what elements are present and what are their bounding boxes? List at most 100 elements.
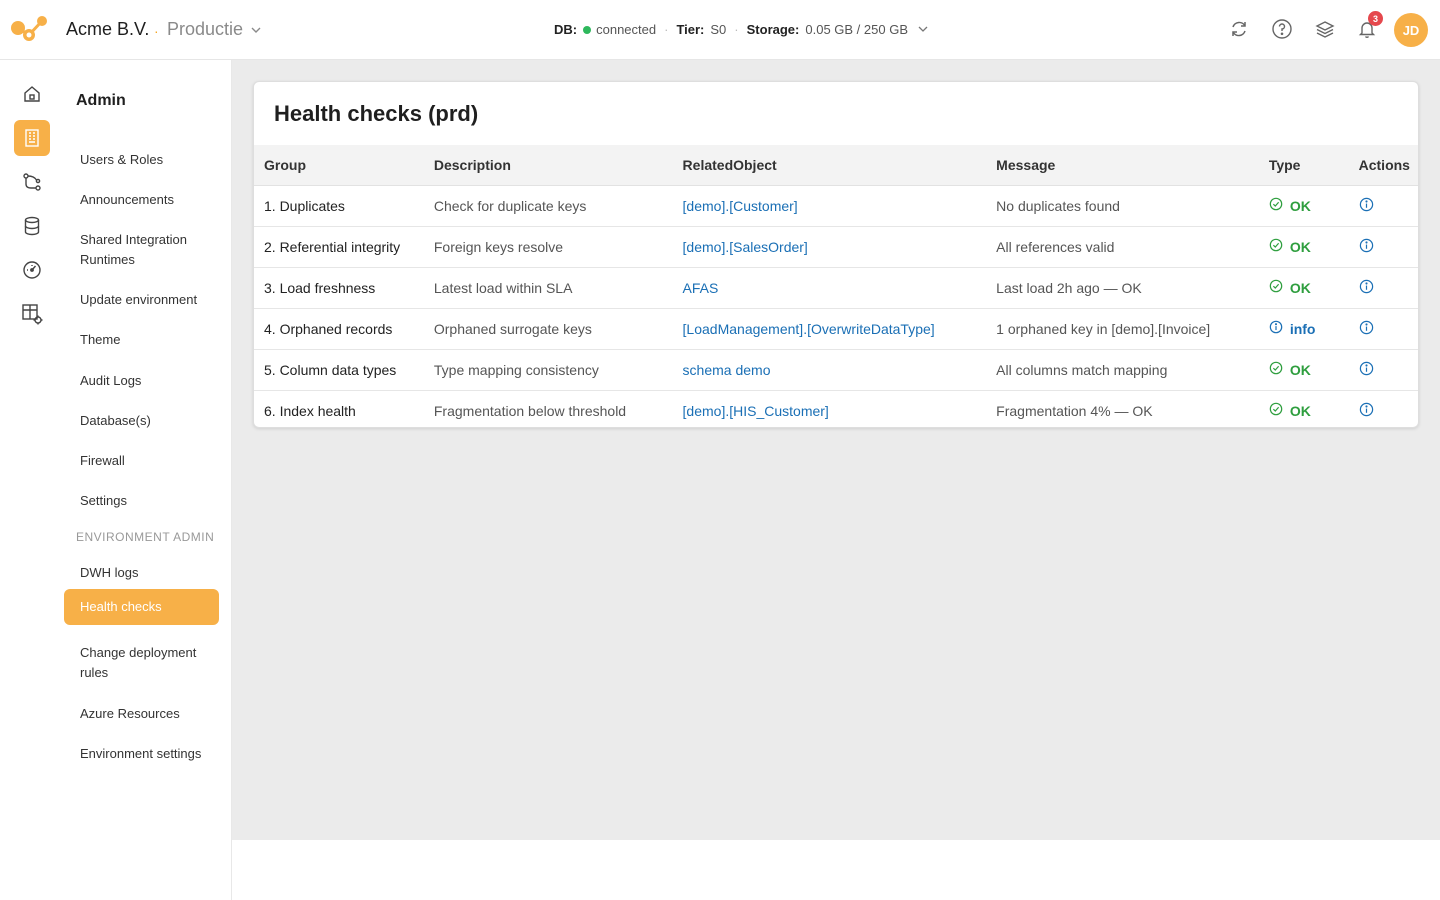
chevron-down-icon [918,26,928,33]
help-icon[interactable] [1269,16,1295,42]
type-cell: OK [1259,390,1349,427]
table-row: 6. Index health Fragmentation below thre… [254,390,1418,427]
related-object-cell: [demo].[Customer] [673,185,987,226]
table-row: 3. Load freshness Latest load within SLA… [254,267,1418,308]
related-object-link[interactable]: [LoadManagement].[OverwriteDataType] [683,321,935,337]
check-circle-icon [1269,197,1283,211]
connected-dot [583,25,592,34]
tier-value: S0 [710,22,727,37]
group-cell: 1. Duplicates [264,197,345,214]
related-object-cell: AFAS [673,267,987,308]
table-settings-icon[interactable] [14,296,50,332]
notification-badge: 3 [1368,11,1383,26]
description-cell: Latest load within SLA [433,279,573,296]
sidebar-item-change-deployment-rules[interactable]: Change deployment rules [64,637,219,689]
column-header-related-object[interactable]: RelatedObject [672,145,987,186]
company-name[interactable]: Acme B.V. [66,19,149,40]
info-circle-icon [1269,320,1283,334]
db-status-bar[interactable]: DB: connected · Tier: S0 · Storage: 0.05… [554,22,928,37]
sidebar-item-users-roles[interactable]: Users & Roles [64,144,219,176]
avatar[interactable]: JD [1394,13,1428,47]
description-cell: Check for duplicate keys [433,197,587,214]
check-circle-icon [1269,402,1283,416]
related-object-link[interactable]: [demo].[SalesOrder] [683,239,808,255]
separator-dot: · [664,22,669,37]
type-cell: OK [1259,226,1349,267]
separator-dot: · [734,22,739,37]
check-circle-icon [1269,279,1283,293]
sidebar-item-announcements[interactable]: Announcements [64,184,219,216]
info-action-icon[interactable] [1359,320,1374,335]
environment-selector[interactable]: Productie [167,19,261,40]
type-status: OK [1269,361,1339,378]
actions-cell [1349,390,1418,427]
type-cell: OK [1259,185,1349,226]
icon-rail [0,60,64,900]
tier-label: Tier: [676,22,705,37]
sidebar-item-theme[interactable]: Theme [64,324,219,356]
description-cell: Type mapping consistency [433,361,599,378]
layers-icon[interactable] [1312,16,1338,42]
related-object-cell: [LoadManagement].[OverwriteDataType] [673,308,987,349]
column-header-description[interactable]: Description [423,145,673,186]
column-header-actions: Actions [1348,145,1418,186]
group-cell: 4. Orphaned records [264,320,393,337]
message-cell: All columns match mapping [996,361,1168,378]
health-checks-table: Group Description RelatedObject Message … [254,145,1418,427]
column-header-message[interactable]: Message [986,145,1259,186]
sidebar-item-azure-resources[interactable]: Azure Resources [64,698,219,730]
related-object-cell: [demo].[HIS_Customer] [673,390,987,427]
type-label: info [1289,320,1316,337]
db-status: connected [596,22,657,37]
main-content: Health checks (prd) Group Description Re… [232,60,1440,840]
sidebar-item-health-checks[interactable]: Health checks [64,589,219,625]
type-label: OK [1289,197,1311,214]
health-checks-card: Health checks (prd) Group Description Re… [253,81,1419,428]
column-header-type[interactable]: Type [1258,145,1349,186]
sidebar-item-settings[interactable]: Settings [64,485,219,517]
table-body: 1. Duplicates Check for duplicate keys [… [254,185,1418,427]
related-object-cell: [demo].[SalesOrder] [673,226,987,267]
type-cell: info [1259,308,1349,349]
storage-value: 0.05 GB / 250 GB [805,22,908,37]
table-row: 5. Column data types Type mapping consis… [254,349,1418,390]
related-object-link[interactable]: [demo].[Customer] [683,198,798,214]
table-row: 2. Referential integrity Foreign keys re… [254,226,1418,267]
sidebar-item-shared-integration-runtimes[interactable]: Shared Integration Runtimes [64,224,219,276]
column-header-group[interactable]: Group [254,145,424,186]
building-icon[interactable] [14,120,50,156]
message-cell: All references valid [996,238,1115,255]
info-action-icon[interactable] [1359,197,1374,212]
footer-area [232,840,1440,900]
sidebar-item-dwh-logs[interactable]: DWH logs [64,557,219,589]
top-bar: Acme B.V. · Productie DB: connected · Ti… [0,0,1440,60]
info-action-icon[interactable] [1359,279,1374,294]
info-action-icon[interactable] [1359,402,1374,417]
pipeline-icon[interactable] [14,164,50,200]
chevron-down-icon [251,27,261,33]
related-object-link[interactable]: [demo].[HIS_Customer] [683,403,829,419]
actions-cell [1349,308,1418,349]
gauge-icon[interactable] [14,252,50,288]
message-cell: No duplicates found [996,197,1120,214]
info-action-icon[interactable] [1359,361,1374,376]
related-object-link[interactable]: AFAS [683,280,719,296]
check-circle-icon [1269,238,1283,252]
sidebar-item-environment-settings[interactable]: Environment settings [64,738,219,770]
home-icon[interactable] [14,76,50,112]
actions-cell [1349,185,1418,226]
company-logo[interactable] [10,14,50,44]
table-row: 4. Orphaned records Orphaned surrogate k… [254,308,1418,349]
database-icon[interactable] [14,208,50,244]
check-circle-icon [1269,361,1283,375]
refresh-icon[interactable] [1226,16,1252,42]
description-cell: Foreign keys resolve [433,238,564,255]
sidebar-item-audit-logs[interactable]: Audit Logs [64,365,219,397]
description-cell: Orphaned surrogate keys [433,320,592,337]
sidebar-item-databases[interactable]: Database(s) [64,405,219,437]
related-object-link[interactable]: schema demo [683,362,771,378]
sidebar-item-firewall[interactable]: Firewall [64,445,219,477]
info-action-icon[interactable] [1359,238,1374,253]
sidebar-item-update-environment[interactable]: Update environment [64,284,219,316]
actions-cell [1349,267,1418,308]
